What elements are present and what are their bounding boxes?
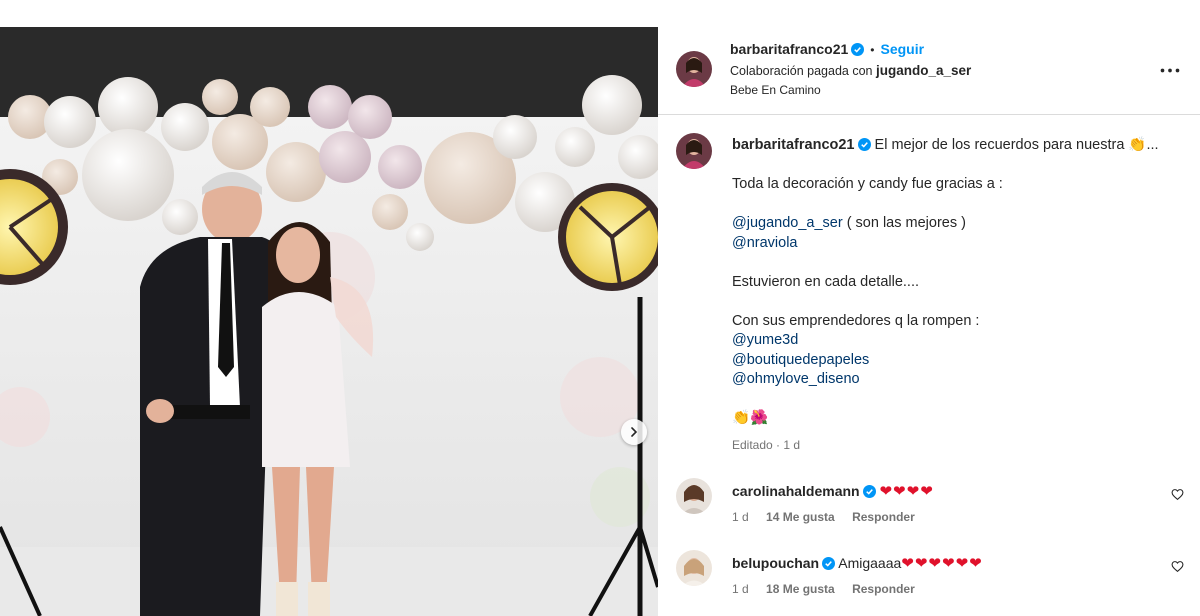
commenter-avatar[interactable] [676,478,712,514]
comment-item: carolinahaldemann ❤❤❤❤ 1 d 14 Me gusta R… [658,478,1200,538]
reply-button[interactable]: Responder [852,582,915,596]
heart-outline-icon[interactable] [1171,560,1184,573]
comment-likes[interactable]: 14 Me gusta [766,510,835,524]
more-options-button[interactable] [1158,63,1182,77]
separator-dot: • [870,43,875,57]
mention-link[interactable]: @yume3d [732,331,1182,351]
mention-link[interactable]: @ohmylove_diseno [732,370,1182,390]
mention-suffix: ( son las mejores ) [842,215,966,231]
caption-author-avatar[interactable] [676,133,712,169]
heart-outline-icon[interactable] [1171,488,1184,501]
mention-link[interactable]: @boutiquedepapeles [732,351,1182,371]
author-avatar[interactable] [676,51,712,87]
verified-badge-icon [851,43,865,56]
commenter-username[interactable]: belupouchan [732,555,819,571]
next-image-button[interactable] [621,419,647,445]
comment-time[interactable]: 1 d [732,510,749,524]
comment-meta: 1 d 14 Me gusta Responder [732,510,929,524]
collab-partner-link[interactable]: jugando_a_ser [876,63,971,78]
verified-badge-icon [862,485,876,498]
caption-decor-line: Toda la decoración y candy fue gracias a… [732,176,1003,192]
media-frame [0,27,658,616]
follow-button[interactable]: Seguir [880,41,924,57]
verified-badge-icon [822,557,836,570]
comment-text: Amigaaaa [838,555,902,571]
header-info: barbaritafranco21 • Seguir Colaboración pa… [730,41,971,97]
comment-meta: 1 d 18 Me gusta Responder [732,582,929,596]
comment-hearts: ❤❤❤❤ [879,482,934,500]
post-caption: barbaritafranco21 El mejor de los recuer… [732,136,1182,429]
caption-detail-line: Estuvieron en cada detalle.... [732,273,920,290]
comment-hearts: ❤❤❤❤❤❤ [901,554,983,572]
post-sidebar: barbaritafranco21 • Seguir Colaboración pa… [658,0,1200,616]
caption-first-line: El mejor de los recuerdos para nuestra 👏… [874,137,1159,153]
verified-badge-icon [857,138,871,151]
collab-prefix: Colaboración pagada con [730,64,873,78]
mention-link[interactable]: @nraviola [732,234,1182,254]
comment-body: belupouchan Amigaaaa❤❤❤❤❤❤ [732,554,983,572]
comments-section: barbaritafranco21 El mejor de los recuer… [658,116,1200,616]
caption-meta: Editado · 1 d [732,438,801,452]
comment-body: carolinahaldemann ❤❤❤❤ [732,482,934,500]
mention-link[interactable]: @jugando_a_ser [732,215,843,231]
comment-likes[interactable]: 18 Me gusta [766,582,835,596]
caption-username[interactable]: barbaritafranco21 [732,137,855,153]
author-username[interactable]: barbaritafranco21 [730,41,848,57]
comment-time[interactable]: 1 d [732,582,749,596]
reply-button[interactable]: Responder [852,510,915,524]
commenter-avatar[interactable] [676,550,712,586]
more-options-icon [1160,68,1180,72]
comment-item: belupouchan Amigaaaa❤❤❤❤❤❤ 1 d 18 Me gus… [658,550,1200,610]
post-media [0,0,658,616]
chevron-right-icon [631,427,638,437]
post-location[interactable]: Bebe En Camino [730,83,971,97]
caption-emojis: 👏🌺 [732,410,769,426]
commenter-username[interactable]: carolinahaldemann [732,483,860,499]
caption-entrepreneurs-line: Con sus emprendedores q la rompen : [732,312,980,329]
post-photo [0,27,658,616]
paid-partnership: Colaboración pagada con jugando_a_ser [730,63,971,78]
post-header: barbaritafranco21 • Seguir Colaboración pa… [658,27,1200,115]
